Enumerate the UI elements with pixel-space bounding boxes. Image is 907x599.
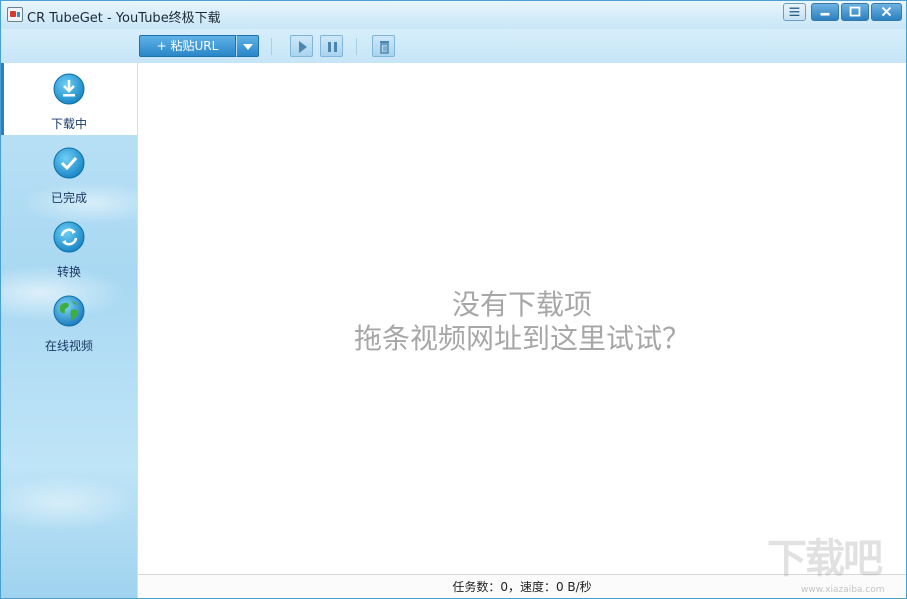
toolbar-divider — [271, 38, 272, 55]
sidebar-item-label: 在线视频 — [44, 339, 93, 353]
start-button[interactable] — [290, 35, 313, 57]
minimize-icon — [820, 12, 830, 16]
globe-icon — [53, 295, 85, 327]
trash-icon — [380, 41, 389, 54]
toolbar: + 粘贴URL — [1, 29, 906, 64]
minimize-button[interactable] — [811, 3, 839, 21]
empty-state-hint: 拖条视频网址到这里试试？ — [353, 322, 690, 355]
sidebar-item-convert[interactable]: 转换 — [1, 211, 137, 283]
app-logo-icon — [7, 7, 23, 22]
maximize-icon — [849, 6, 861, 17]
paste-url-dropdown-button[interactable] — [236, 35, 259, 57]
watermark-url: www.xiazaiba.com — [801, 585, 885, 595]
convert-icon — [53, 221, 85, 253]
sidebar-item-label: 转换 — [56, 265, 81, 279]
delete-button[interactable] — [372, 35, 395, 57]
menu-button[interactable] — [783, 3, 806, 21]
toolbar-divider — [356, 38, 357, 55]
download-list-area[interactable]: 没有下载项 拖条视频网址到这里试试？ — [138, 63, 906, 573]
close-icon — [881, 6, 892, 17]
watermark-logo: 下载吧 — [767, 536, 883, 582]
maximize-button[interactable] — [841, 3, 869, 21]
app-window: CR TubeGet - YouTube终极下载 + 粘贴URL 下载中 已完成… — [0, 0, 907, 599]
sidebar-item-online-video[interactable]: 在线视频 — [1, 285, 137, 357]
pause-button[interactable] — [320, 35, 343, 57]
play-icon — [299, 41, 307, 53]
sidebar-item-label: 下载中 — [50, 117, 87, 131]
paste-url-button[interactable]: + 粘贴URL — [139, 35, 236, 57]
checkmark-icon — [53, 147, 85, 179]
close-button[interactable] — [871, 3, 902, 21]
menu-icon — [789, 7, 800, 16]
title-bar[interactable]: CR TubeGet - YouTube终极下载 — [1, 1, 906, 29]
sidebar-item-downloading[interactable]: 下载中 — [1, 63, 137, 135]
sidebar: 下载中 已完成 转换 在线视频 — [1, 63, 138, 598]
sidebar-item-completed[interactable]: 已完成 — [1, 137, 137, 209]
window-title: CR TubeGet - YouTube终极下载 — [27, 11, 221, 26]
sidebar-item-label: 已完成 — [50, 191, 87, 205]
pause-icon — [328, 42, 337, 52]
download-icon — [53, 73, 85, 105]
